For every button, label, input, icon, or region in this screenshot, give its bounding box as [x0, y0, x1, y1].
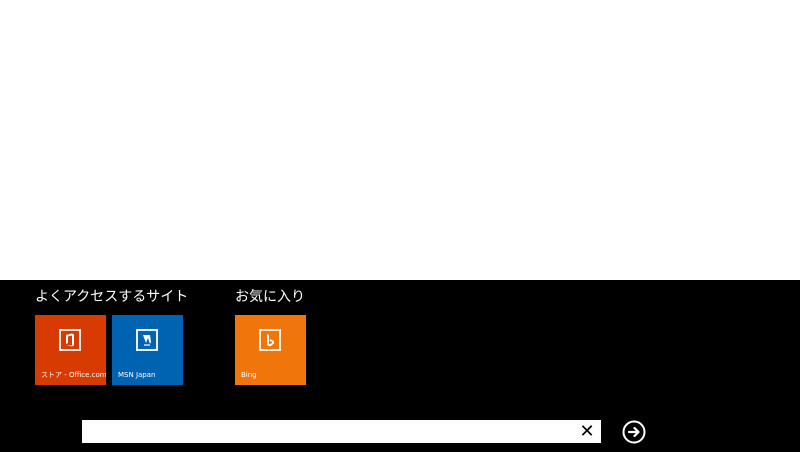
blank-page-area	[0, 0, 800, 280]
tile-msn-japan[interactable]: MSN Japan	[112, 315, 183, 385]
msn-icon	[136, 329, 158, 351]
go-button[interactable]	[622, 420, 646, 444]
clear-address-button[interactable]: ✕	[577, 421, 597, 442]
address-input[interactable]	[82, 420, 572, 443]
tile-label: MSN Japan	[118, 371, 156, 379]
tile-bing[interactable]: Bing	[235, 315, 306, 385]
bing-icon	[259, 329, 281, 351]
tile-label: ストア - Office.com	[41, 371, 107, 379]
tile-label: Bing	[241, 371, 257, 379]
favorites-heading: お気に入り	[235, 289, 305, 305]
arrow-right-circle-icon	[622, 420, 646, 444]
browser-app-bar: よくアクセスするサイト ストア - Office.com MSN Japan お…	[0, 280, 800, 452]
frequent-sites-heading: よくアクセスするサイト	[35, 289, 189, 305]
close-icon: ✕	[579, 421, 595, 442]
tile-office-store[interactable]: ストア - Office.com	[35, 315, 107, 385]
office-icon	[59, 329, 81, 351]
address-bar: ✕	[82, 420, 601, 443]
